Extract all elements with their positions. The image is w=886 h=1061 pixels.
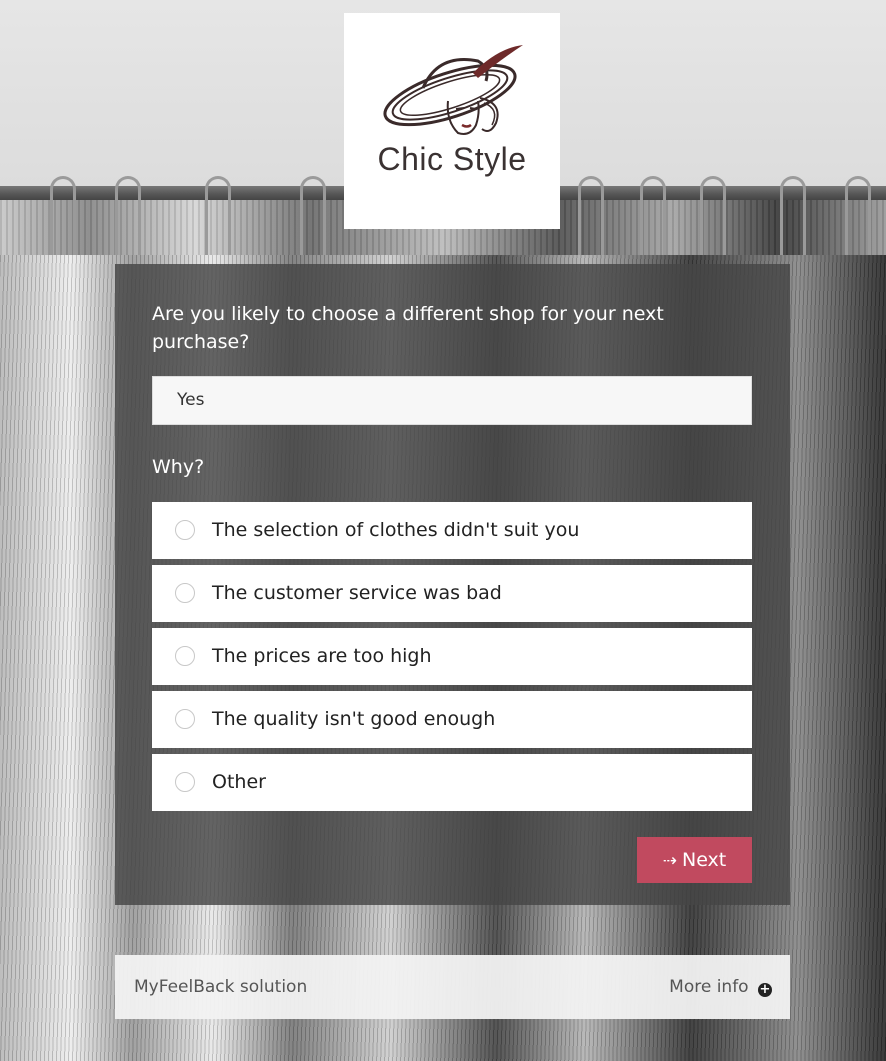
background-hanger [578, 176, 604, 266]
background-hanger [780, 176, 806, 266]
background-hanger [845, 176, 871, 266]
background-hanger [205, 176, 231, 266]
more-info-link[interactable]: More info + [669, 955, 772, 1019]
footer-brand-text: MyFeelBack solution [134, 977, 308, 997]
survey-panel: Are you likely to choose a different sho… [115, 264, 790, 905]
dashed-arrow-icon: ⇢ [662, 851, 677, 871]
reason-options-list: The selection of clothes didn't suit you… [152, 502, 752, 817]
previous-answer-field[interactable]: Yes [152, 376, 752, 425]
radio-button-icon[interactable] [175, 583, 195, 603]
option-label: Other [212, 771, 266, 793]
background-hanger [50, 176, 76, 266]
option-other[interactable]: Other [152, 754, 752, 811]
background-hanger [115, 176, 141, 266]
background-hanger [300, 176, 326, 266]
option-customer-service[interactable]: The customer service was bad [152, 565, 752, 622]
plus-circle-icon: + [758, 982, 772, 997]
more-info-label: More info [669, 977, 749, 997]
next-button-label: Next [681, 849, 727, 871]
radio-button-icon[interactable] [175, 520, 195, 540]
next-button[interactable]: ⇢ Next [637, 837, 752, 883]
footer-bar: MyFeelBack solution More info + [115, 955, 790, 1019]
option-label: The prices are too high [212, 645, 432, 667]
background-hanger [640, 176, 666, 266]
radio-button-icon[interactable] [175, 772, 195, 792]
brand-logo: Chic Style [344, 13, 560, 229]
background-hanger [700, 176, 726, 266]
option-quality[interactable]: The quality isn't good enough [152, 691, 752, 748]
option-label: The selection of clothes didn't suit you [212, 519, 580, 541]
lady-hat-logo-icon [383, 45, 523, 135]
radio-button-icon[interactable] [175, 646, 195, 666]
logo-text: Chic Style [377, 141, 527, 177]
radio-button-icon[interactable] [175, 709, 195, 729]
option-selection-of-clothes[interactable]: The selection of clothes didn't suit you [152, 502, 752, 559]
why-question-label: Why? [152, 456, 205, 478]
option-prices-too-high[interactable]: The prices are too high [152, 628, 752, 685]
question-text: Are you likely to choose a different sho… [152, 303, 664, 353]
option-label: The customer service was bad [212, 582, 502, 604]
option-label: The quality isn't good enough [212, 708, 496, 730]
